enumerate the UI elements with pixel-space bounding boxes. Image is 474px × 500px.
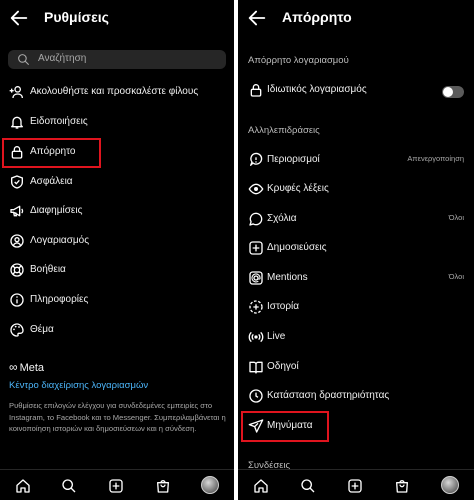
home-icon[interactable]	[253, 478, 269, 494]
menu-item-label: Κατάσταση δραστηριότητας	[267, 390, 390, 401]
palette-icon	[10, 323, 24, 337]
home-icon[interactable]	[15, 478, 31, 494]
menu-item-label: Λογαριασμός	[30, 235, 90, 246]
create-post-icon[interactable]	[108, 478, 124, 494]
private-account-row[interactable]: Ιδιωτικός λογαριασμός	[238, 76, 474, 104]
lifebuoy-icon	[10, 263, 24, 277]
menu-item-label: Live	[267, 331, 286, 342]
menu-item-guides[interactable]: Οδηγοί	[238, 353, 474, 381]
post-icon	[249, 241, 263, 255]
privacy-header: Απόρρητο	[238, 0, 474, 36]
menu-item-posts[interactable]: Δημοσιεύσεις	[238, 234, 474, 262]
menu-item-label: Διαφημίσεις	[30, 205, 83, 216]
shop-icon[interactable]	[394, 478, 410, 494]
create-post-icon[interactable]	[347, 478, 363, 494]
back-arrow-icon[interactable]	[8, 7, 30, 29]
bell-icon	[11, 116, 23, 129]
search-icon	[18, 54, 29, 65]
menu-item-story[interactable]: Ιστορία	[238, 293, 474, 321]
search-nav-icon[interactable]	[61, 478, 77, 494]
profile-avatar[interactable]	[441, 476, 459, 494]
private-account-label: Ιδιωτικός λογαριασμός	[267, 84, 367, 95]
menu-item-ads[interactable]: Διαφημίσεις	[0, 197, 234, 225]
menu-item-label: Θέμα	[30, 324, 54, 335]
section-heading-interactions: Αλληλεπιδράσεις	[248, 125, 320, 136]
menu-item-hidden-words[interactable]: Κρυφές λέξεις	[238, 175, 474, 203]
menu-item-help[interactable]: Βοήθεια	[0, 256, 234, 284]
menu-item-label: Πληροφορίες	[30, 294, 89, 305]
menu-item-label: Οδηγοί	[267, 361, 299, 372]
search-input[interactable]: Αναζήτηση	[8, 50, 226, 69]
menu-item-value: Όλοι	[448, 272, 464, 281]
lock-icon	[11, 146, 23, 159]
account-icon	[10, 234, 24, 248]
shield-icon	[11, 175, 23, 189]
menu-item-theme[interactable]: Θέμα	[0, 316, 234, 344]
bottom-nav	[238, 469, 474, 500]
menu-item-label: Ειδοποιήσεις	[30, 116, 88, 127]
menu-item-value: Απενεργοποίηση	[407, 154, 464, 163]
menu-item-label: Απόρρητο	[30, 146, 76, 157]
search-placeholder: Αναζήτηση	[38, 53, 87, 64]
menu-item-comments[interactable]: Σχόλια Όλοι	[238, 205, 474, 233]
menu-item-follow-invite[interactable]: Ακολουθήστε και προσκαλέστε φίλους	[0, 78, 234, 106]
restrict-icon	[250, 152, 263, 166]
menu-item-security[interactable]: Ασφάλεια	[0, 168, 234, 196]
lock-icon	[250, 84, 262, 97]
accounts-center-link[interactable]: Κέντρο διαχείρισης λογαριασμών	[9, 380, 148, 391]
at-icon	[249, 271, 263, 285]
shop-icon[interactable]	[155, 478, 171, 494]
menu-item-label: Ασφάλεια	[30, 176, 73, 187]
settings-panel: Ρυθμίσεις Αναζήτηση Ακολουθήστε και προσ…	[0, 0, 234, 500]
info-icon	[10, 293, 24, 307]
story-icon	[249, 300, 263, 314]
megaphone-icon	[10, 205, 24, 217]
section-heading-account-privacy: Απόρρητο λογαριασμού	[248, 55, 349, 66]
activity-icon	[249, 389, 263, 403]
menu-item-account[interactable]: Λογαριασμός	[0, 227, 234, 255]
hidden-words-icon	[248, 183, 264, 195]
menu-item-messages[interactable]: Μηνύματα	[238, 412, 474, 440]
menu-item-label: Σχόλια	[267, 213, 297, 224]
accounts-center-description: Ρυθμίσεις επιλογών ελέγχου για συνδεδεμέ…	[9, 401, 226, 433]
menu-item-activity-status[interactable]: Κατάσταση δραστηριότητας	[238, 382, 474, 410]
menu-item-restrictions[interactable]: Περιορισμοί Απενεργοποίηση	[238, 146, 474, 174]
menu-item-label: Δημοσιεύσεις	[267, 242, 327, 253]
menu-item-label: Βοήθεια	[30, 264, 66, 275]
add-person-icon	[9, 86, 23, 99]
search-nav-icon[interactable]	[300, 478, 316, 494]
back-arrow-icon[interactable]	[246, 7, 268, 29]
menu-item-label: Mentions	[267, 272, 308, 283]
meta-logo: ∞ Meta	[9, 360, 45, 374]
menu-item-privacy[interactable]: Απόρρητο	[0, 138, 234, 166]
menu-item-label: Ακολουθήστε και προσκαλέστε φίλους	[30, 86, 199, 97]
menu-item-label: Ιστορία	[267, 301, 300, 312]
live-icon	[248, 331, 264, 343]
message-icon	[248, 419, 264, 433]
bottom-nav	[0, 469, 234, 500]
menu-item-label: Μηνύματα	[267, 420, 313, 431]
profile-avatar[interactable]	[201, 476, 219, 494]
menu-item-value: Όλοι	[448, 213, 464, 222]
menu-item-label: Κρυφές λέξεις	[267, 183, 329, 194]
menu-item-live[interactable]: Live	[238, 323, 474, 351]
comment-icon	[249, 212, 263, 226]
page-title: Απόρρητο	[282, 9, 352, 25]
menu-item-notifications[interactable]: Ειδοποιήσεις	[0, 108, 234, 136]
menu-item-info[interactable]: Πληροφορίες	[0, 286, 234, 314]
privacy-panel: Απόρρητο Απόρρητο λογαριασμού Ιδιωτικός …	[238, 0, 474, 500]
menu-item-mentions[interactable]: Mentions Όλοι	[238, 264, 474, 292]
menu-item-label: Περιορισμοί	[267, 154, 320, 165]
page-title: Ρυθμίσεις	[44, 9, 109, 25]
settings-header: Ρυθμίσεις	[0, 0, 234, 36]
private-account-toggle[interactable]	[442, 86, 464, 98]
guide-icon	[249, 361, 263, 374]
